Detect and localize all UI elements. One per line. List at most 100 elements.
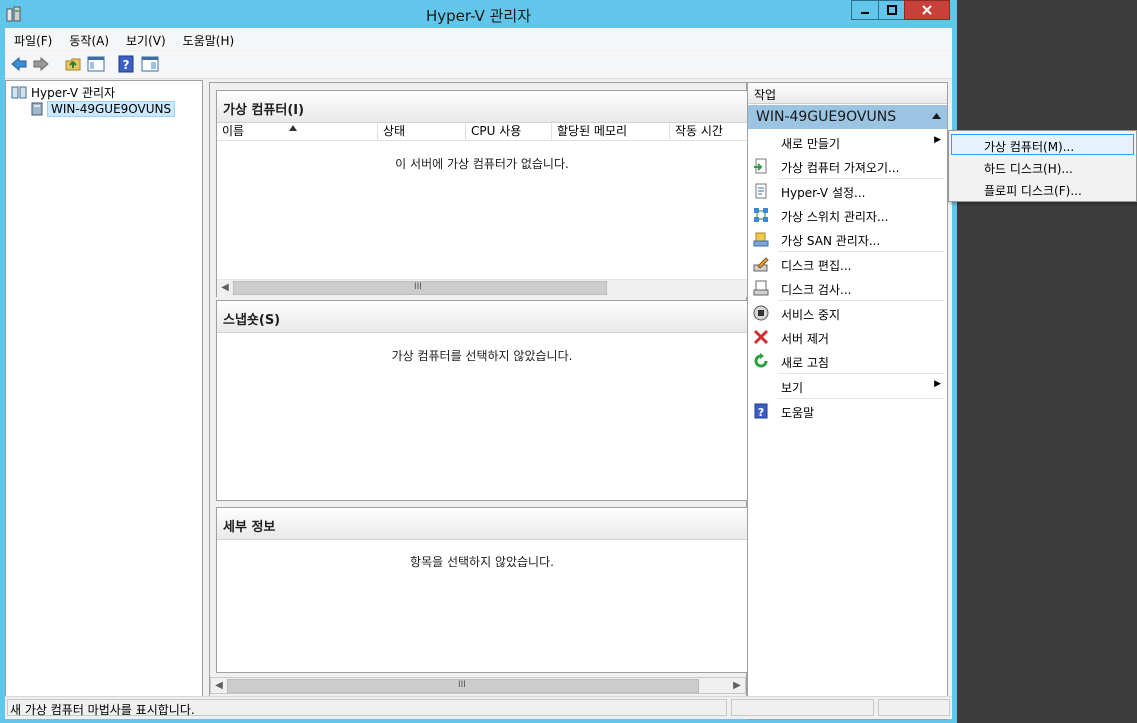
col-name[interactable]: 이름 bbox=[217, 123, 378, 140]
submenu-new-hard-disk[interactable]: 하드 디스크(H)... bbox=[951, 156, 1134, 177]
vm-empty-message: 이 서버에 가상 컴퓨터가 없습니다. bbox=[395, 157, 569, 171]
snapshot-section: 스냅숏(S) 가상 컴퓨터를 선택하지 않았습니다. bbox=[216, 300, 748, 501]
up-folder-icon[interactable] bbox=[64, 55, 82, 73]
maximize-icon bbox=[886, 5, 897, 15]
col-status[interactable]: 상태 bbox=[378, 123, 466, 140]
remove-icon bbox=[753, 329, 769, 345]
minimize-button[interactable] bbox=[851, 0, 879, 20]
window-title: Hyper-V 관리자 bbox=[425, 7, 532, 25]
vm-horizontal-scrollbar[interactable]: ◀ III bbox=[217, 279, 747, 297]
status-bar: 새 가상 컴퓨터 마법사를 표시합니다. bbox=[5, 696, 952, 719]
action-import-vm[interactable]: 가상 컴퓨터 가져오기... bbox=[748, 155, 947, 177]
scroll-thumb[interactable]: III bbox=[233, 281, 607, 295]
scroll-left-icon[interactable]: ◀ bbox=[217, 280, 233, 296]
scroll-right-icon[interactable]: ▶ bbox=[729, 678, 745, 694]
import-icon bbox=[754, 158, 767, 174]
maximize-button[interactable] bbox=[878, 0, 905, 20]
snapshot-section-title: 스냅숏(S) bbox=[223, 313, 281, 328]
hyperv-manager-icon bbox=[11, 86, 27, 99]
actions-server-name: WIN-49GUE9OVUNS bbox=[756, 109, 897, 125]
action-separator bbox=[778, 398, 944, 399]
tree-root-node[interactable]: Hyper-V 관리자 bbox=[11, 84, 115, 100]
switch-icon bbox=[754, 208, 768, 222]
help-icon[interactable]: ? bbox=[117, 55, 135, 73]
menu-action[interactable]: 동작(A) bbox=[60, 28, 117, 50]
detail-section-title: 세부 정보 bbox=[223, 520, 276, 535]
san-icon bbox=[753, 232, 769, 247]
snapshot-section-header: 스냅숏(S) bbox=[217, 301, 747, 333]
new-submenu: 가상 컴퓨터(M)... 하드 디스크(H)... 플로피 디스크(F)... bbox=[948, 130, 1137, 202]
minimize-icon bbox=[861, 12, 869, 14]
refresh-icon bbox=[754, 353, 768, 368]
detail-section: 세부 정보 항목을 선택하지 않았습니다. bbox=[216, 507, 748, 673]
detail-section-header: 세부 정보 bbox=[217, 508, 747, 540]
client-area: 파일(F) 동작(A) 보기(V) 도움말(H) ? Hyper-V 관리자 W… bbox=[5, 28, 952, 720]
center-horizontal-scrollbar[interactable]: ◀ III ▶ bbox=[210, 677, 746, 694]
actions-header: 작업 bbox=[748, 83, 947, 104]
status-text: 새 가상 컴퓨터 마법사를 표시합니다. bbox=[10, 703, 195, 717]
action-stop-service[interactable]: 서비스 중지 bbox=[748, 302, 947, 324]
action-separator bbox=[778, 178, 944, 179]
sort-ascending-icon bbox=[289, 125, 297, 131]
action-hyperv-settings[interactable]: Hyper-V 설정... bbox=[748, 180, 947, 202]
action-separator bbox=[778, 300, 944, 301]
submenu-arrow-icon: ▶ bbox=[934, 135, 941, 145]
close-icon bbox=[922, 5, 932, 15]
vm-section-header: 가상 컴퓨터(I) bbox=[217, 91, 747, 123]
disk-inspect-icon bbox=[753, 280, 769, 296]
action-edit-disk[interactable]: 디스크 편집... bbox=[748, 253, 947, 275]
submenu-new-vm[interactable]: 가상 컴퓨터(M)... bbox=[951, 134, 1134, 155]
vm-column-header: 이름 상태 CPU 사용 할당된 메모리 작동 시간 bbox=[217, 123, 747, 141]
col-uptime[interactable]: 작동 시간 bbox=[670, 123, 749, 140]
menu-file[interactable]: 파일(F) bbox=[5, 28, 60, 50]
submenu-arrow-icon: ▶ bbox=[934, 379, 941, 389]
vm-section: 가상 컴퓨터(I) 이름 상태 CPU 사용 할당된 메모리 작동 시간 이 서… bbox=[216, 90, 748, 297]
detail-empty-message: 항목을 선택하지 않았습니다. bbox=[410, 555, 554, 569]
action-virtual-switch-manager[interactable]: 가상 스위치 관리자... bbox=[748, 204, 947, 226]
show-hide-console-tree-icon[interactable] bbox=[87, 55, 105, 73]
disk-edit-icon bbox=[753, 257, 769, 272]
tree-server-label: WIN-49GUE9OVUNS bbox=[47, 101, 176, 117]
actions-pane: 작업 WIN-49GUE9OVUNS 새로 만들기 ▶ 가상 컴퓨터 가져오기.… bbox=[747, 82, 948, 720]
snapshot-empty-message: 가상 컴퓨터를 선택하지 않았습니다. bbox=[391, 349, 573, 363]
menu-bar: 파일(F) 동작(A) 보기(V) 도움말(H) bbox=[5, 28, 952, 50]
close-button[interactable] bbox=[904, 0, 950, 20]
action-refresh[interactable]: 새로 고침 bbox=[748, 350, 947, 372]
app-window: Hyper-V 관리자 파일(F) 동작(A) 보기(V) 도움말(H) ? H… bbox=[0, 0, 957, 723]
back-arrow-icon[interactable] bbox=[10, 55, 28, 73]
status-cell bbox=[878, 699, 950, 716]
menu-help[interactable]: 도움말(H) bbox=[174, 28, 243, 50]
scroll-thumb[interactable]: III bbox=[227, 679, 699, 693]
action-view[interactable]: 보기 ▶ bbox=[748, 375, 947, 397]
col-memory[interactable]: 할당된 메모리 bbox=[552, 123, 670, 140]
settings-icon bbox=[755, 183, 767, 199]
submenu-new-floppy-disk[interactable]: 플로피 디스크(F)... bbox=[951, 178, 1134, 199]
tree-root-label: Hyper-V 관리자 bbox=[31, 85, 116, 100]
scroll-left-icon[interactable]: ◀ bbox=[211, 678, 227, 694]
help-icon: ? bbox=[754, 403, 768, 419]
stop-icon bbox=[753, 305, 769, 321]
action-virtual-san-manager[interactable]: 가상 SAN 관리자... bbox=[748, 228, 947, 250]
title-bar: Hyper-V 관리자 bbox=[0, 0, 957, 28]
status-text-cell: 새 가상 컴퓨터 마법사를 표시합니다. bbox=[7, 699, 727, 717]
action-remove-server[interactable]: 서버 제거 bbox=[748, 326, 947, 348]
forward-arrow-icon[interactable] bbox=[32, 55, 50, 73]
server-icon bbox=[31, 102, 43, 116]
svg-text:?: ? bbox=[123, 58, 130, 72]
collapse-icon[interactable] bbox=[932, 113, 941, 119]
action-new[interactable]: 새로 만들기 ▶ bbox=[748, 131, 947, 153]
status-cell bbox=[731, 699, 874, 716]
toolbar: ? bbox=[5, 51, 952, 79]
action-help[interactable]: ? 도움말 bbox=[748, 400, 947, 422]
actions-server-group[interactable]: WIN-49GUE9OVUNS bbox=[748, 105, 947, 129]
action-inspect-disk[interactable]: 디스크 검사... bbox=[748, 277, 947, 299]
vm-section-title: 가상 컴퓨터(I) bbox=[223, 103, 305, 118]
console-tree-pane: Hyper-V 관리자 WIN-49GUE9OVUNS bbox=[5, 80, 203, 719]
col-cpu[interactable]: CPU 사용 bbox=[466, 123, 552, 140]
center-pane: 가상 컴퓨터(I) 이름 상태 CPU 사용 할당된 메모리 작동 시간 이 서… bbox=[209, 82, 748, 718]
action-separator bbox=[778, 373, 944, 374]
action-separator bbox=[778, 251, 944, 252]
menu-view[interactable]: 보기(V) bbox=[117, 28, 174, 50]
tree-server-node[interactable]: WIN-49GUE9OVUNS bbox=[29, 101, 176, 117]
show-action-pane-icon[interactable] bbox=[141, 55, 159, 73]
